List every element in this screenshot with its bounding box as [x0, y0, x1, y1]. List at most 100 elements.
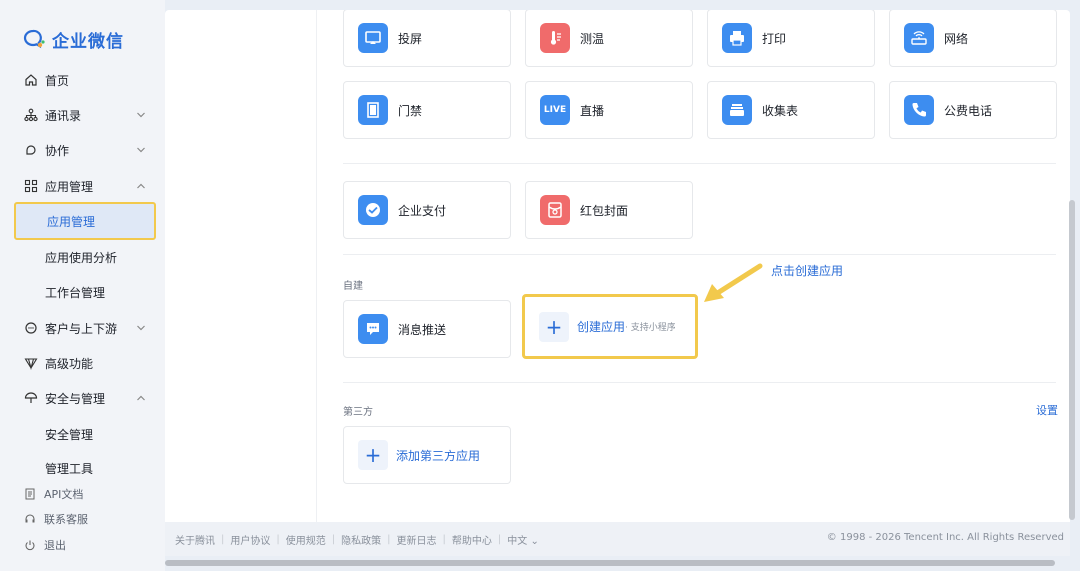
page-footer: 关于腾讯 | 用户协议 | 使用规范 | 隐私政策 | 更新日志 | 帮助中心 | 中文 ⌄…	[165, 522, 1070, 556]
app-card-label: 收集表	[762, 103, 799, 118]
nav-security[interactable]: 安全与管理	[14, 381, 156, 415]
nav-home-label: 首页	[45, 73, 70, 88]
brand-name: 企业微信	[52, 31, 124, 52]
nav-app-usage-label: 应用使用分析	[45, 250, 118, 265]
diamond-icon	[24, 356, 38, 370]
api-docs-link[interactable]: API文档	[24, 484, 83, 504]
app-card-screencast[interactable]: 投屏	[343, 10, 511, 67]
third-party-label: 第三方	[343, 407, 373, 418]
app-card-network[interactable]: 网络	[889, 10, 1057, 67]
pay-icon	[358, 195, 388, 225]
app-card-live[interactable]: LIVE 直播	[525, 81, 693, 139]
section-divider	[343, 163, 1056, 164]
logout-link[interactable]: 退出	[24, 535, 66, 555]
app-card-temperature[interactable]: 测温	[525, 10, 693, 67]
footer-link-help[interactable]: 帮助中心	[452, 532, 492, 547]
nav-security-label: 安全与管理	[45, 391, 106, 406]
chat-bubble-icon	[24, 321, 38, 335]
message-bubble-icon	[358, 314, 388, 344]
nav-collab[interactable]: 协作	[14, 133, 156, 167]
footer-link-rules[interactable]: 使用规范	[286, 532, 326, 547]
footer-link-terms[interactable]: 用户协议	[230, 532, 270, 547]
app-card-public-phone[interactable]: 公费电话	[889, 81, 1057, 139]
logo[interactable]: 企业微信	[22, 26, 124, 52]
nav-app-management-sub-label: 应用管理	[47, 214, 96, 229]
live-badge-text: LIVE	[543, 105, 567, 115]
power-icon	[25, 540, 35, 551]
panel-divider	[316, 10, 317, 522]
support-label: 联系客服	[44, 513, 88, 526]
wecom-logo-icon	[23, 29, 45, 49]
app-card-label: 打印	[762, 31, 787, 46]
footer-link-about[interactable]: 关于腾讯	[175, 532, 215, 547]
thermometer-icon	[540, 23, 570, 53]
footer-link-changelog[interactable]: 更新日志	[397, 532, 437, 547]
app-card-label: 门禁	[398, 103, 423, 118]
chevron-down-icon	[137, 147, 145, 153]
create-app-sublabel: · 支持小程序	[625, 323, 676, 333]
app-card-print[interactable]: 打印	[707, 10, 875, 67]
nav-workbench[interactable]: 工作台管理	[14, 275, 156, 309]
home-icon	[24, 73, 38, 87]
app-card-access-control[interactable]: 门禁	[343, 81, 511, 139]
headset-icon	[25, 514, 35, 523]
nav-customers[interactable]: 客户与上下游	[14, 311, 156, 345]
printer-icon	[722, 23, 752, 53]
router-icon	[904, 23, 934, 53]
nav-tools[interactable]: 管理工具	[14, 452, 156, 474]
section-divider	[343, 254, 1056, 255]
app-card-forms[interactable]: 收集表	[707, 81, 875, 139]
app-card-label: 公费电话	[944, 103, 993, 118]
nav-app-management-sub[interactable]: 应用管理	[14, 202, 156, 240]
nav-app-management-label: 应用管理	[45, 179, 94, 194]
logout-label: 退出	[44, 539, 66, 552]
app-card-label: 企业支付	[398, 203, 447, 218]
document-icon	[25, 488, 35, 500]
nav-tools-label: 管理工具	[45, 462, 94, 474]
add-third-party-label: 添加第三方应用	[396, 448, 481, 463]
red-packet-icon	[540, 195, 570, 225]
annotation-text: 点击创建应用	[771, 264, 844, 278]
grid-icon	[24, 179, 38, 193]
umbrella-icon	[24, 391, 38, 405]
horizontal-scrollbar[interactable]	[165, 560, 1055, 566]
collab-icon	[24, 143, 38, 157]
annotation-arrow-icon	[704, 263, 763, 302]
nav-contacts-label: 通讯录	[45, 108, 82, 123]
app-card-label: 网络	[944, 31, 969, 46]
support-link[interactable]: 联系客服	[24, 509, 88, 529]
door-icon	[358, 95, 388, 125]
app-card-label: 测温	[580, 31, 605, 46]
sidebar: 企业微信 首页 通讯录 协作 应用管理 应用管理 应用使用分析 工作台管理 客户…	[0, 0, 165, 571]
nav-home[interactable]: 首页	[14, 63, 156, 97]
nav-app-management[interactable]: 应用管理	[14, 169, 156, 203]
nav-advanced[interactable]: 高级功能	[14, 346, 156, 380]
app-card-red-packet-cover[interactable]: 红包封面	[525, 181, 693, 239]
app-card-message-push[interactable]: 消息推送	[343, 300, 511, 358]
inbox-stack-icon	[722, 95, 752, 125]
live-icon: LIVE	[540, 95, 570, 125]
language-selector[interactable]: 中文 ⌄	[507, 532, 539, 547]
footer-link-privacy[interactable]: 隐私政策	[341, 532, 381, 547]
copyright: © 1998 - 2026 Tencent Inc. All Rights Re…	[826, 532, 1064, 543]
nav-customers-label: 客户与上下游	[45, 321, 118, 336]
nav-contacts[interactable]: 通讯录	[14, 98, 156, 132]
plus-icon: +	[539, 311, 569, 342]
nav-app-usage[interactable]: 应用使用分析	[14, 240, 156, 274]
app-card-label: 红包封面	[580, 203, 629, 218]
phone-icon	[904, 95, 934, 125]
section-divider	[343, 382, 1056, 383]
self-built-label: 自建	[343, 281, 363, 292]
nav-workbench-label: 工作台管理	[45, 285, 106, 300]
nav-security-management-label: 安全管理	[45, 427, 94, 442]
third-party-settings-link[interactable]: 设置	[1036, 402, 1058, 418]
app-card-enterprise-pay[interactable]: 企业支付	[343, 181, 511, 239]
chevron-down-icon	[137, 112, 145, 118]
plus-icon: +	[358, 440, 388, 470]
vertical-scrollbar[interactable]	[1069, 200, 1075, 520]
chevron-up-icon	[137, 395, 145, 401]
language-label: 中文	[507, 535, 528, 547]
create-app-button[interactable]: + 创建应用 · 支持小程序	[522, 294, 698, 359]
nav-security-management[interactable]: 安全管理	[14, 417, 156, 451]
add-third-party-app-button[interactable]: + 添加第三方应用	[343, 426, 511, 484]
